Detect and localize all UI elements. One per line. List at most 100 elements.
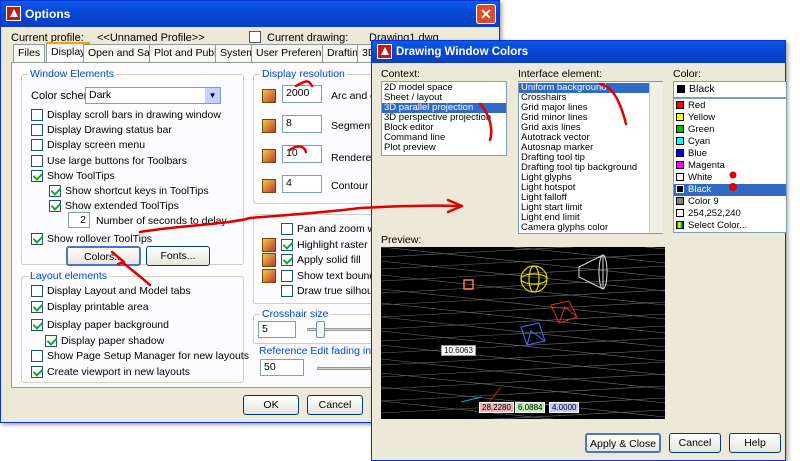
rollover-tooltips-checkbox[interactable]: Show rollover ToolTips bbox=[31, 233, 152, 245]
rendered-smoothness-icon bbox=[262, 149, 276, 163]
color-option[interactable]: Yellow bbox=[674, 112, 786, 124]
color-option[interactable]: Green bbox=[674, 124, 786, 136]
checkbox-box[interactable] bbox=[31, 233, 43, 245]
checkbox-label: Display Layout and Model tabs bbox=[47, 285, 191, 297]
context-label: Context: bbox=[381, 68, 421, 80]
checkbox-box[interactable] bbox=[49, 185, 61, 197]
color-option-label: Yellow bbox=[688, 112, 716, 123]
help-button[interactable]: Help bbox=[729, 433, 781, 453]
layout-model-tabs-checkbox[interactable]: Display Layout and Model tabs bbox=[31, 285, 191, 297]
color-option[interactable]: Magenta bbox=[674, 160, 786, 172]
refedit-fading-slider[interactable] bbox=[317, 367, 377, 370]
checkbox-label: Display printable area bbox=[47, 301, 149, 313]
checkbox-box[interactable] bbox=[281, 254, 293, 266]
color-option-label: White bbox=[688, 172, 713, 183]
checkbox-box[interactable] bbox=[31, 109, 43, 121]
paper-shadow-checkbox[interactable]: Display paper shadow bbox=[45, 335, 164, 347]
checkbox-box[interactable] bbox=[31, 155, 43, 167]
checkbox-box[interactable] bbox=[281, 223, 293, 235]
color-option[interactable]: 254,252,240 bbox=[674, 208, 786, 220]
checkbox-box[interactable] bbox=[31, 139, 43, 151]
drawing-icon bbox=[249, 31, 261, 43]
screen-menu-checkbox[interactable]: Display screen menu bbox=[31, 139, 145, 151]
checkbox-box[interactable] bbox=[281, 239, 293, 251]
context-item[interactable]: Plot preview bbox=[382, 143, 506, 153]
interface-item[interactable]: Camera glyphs color bbox=[519, 223, 662, 233]
checkbox-box[interactable] bbox=[31, 366, 43, 378]
black-swatch bbox=[676, 185, 684, 194]
checkbox-box[interactable] bbox=[31, 350, 43, 362]
arc-resolution-input[interactable]: 2000 bbox=[282, 85, 322, 103]
preview-canvas: 10.6063 28.2280 6.0884 4.0000 bbox=[381, 247, 665, 419]
color-scheme-select[interactable]: Dark ▼ bbox=[85, 87, 221, 104]
show-tooltips-checkbox[interactable]: Show ToolTips bbox=[31, 170, 115, 182]
color-option-selected[interactable]: Black bbox=[674, 184, 786, 196]
contour-lines-input[interactable]: 4 bbox=[282, 175, 322, 193]
selected-color-swatch bbox=[677, 85, 685, 94]
color-option[interactable]: Red bbox=[674, 100, 786, 112]
color-select[interactable]: Black bbox=[673, 81, 787, 98]
color-option[interactable]: Color 9 bbox=[674, 196, 786, 208]
color-option[interactable]: Select Color... bbox=[674, 220, 786, 232]
checkbox-box[interactable] bbox=[31, 124, 43, 136]
cream-swatch bbox=[676, 209, 684, 218]
color-option-label: Magenta bbox=[688, 160, 725, 171]
scroll-bars-checkbox[interactable]: Display scroll bars in drawing window bbox=[31, 109, 221, 121]
rendered-smoothness-input[interactable]: 10 bbox=[282, 145, 322, 163]
page-setup-manager-checkbox[interactable]: Show Page Setup Manager for new layouts bbox=[31, 350, 249, 362]
checkbox-box[interactable] bbox=[31, 301, 43, 313]
coordinate-x-tooltip: 28.2280 bbox=[479, 402, 514, 413]
checkbox-box[interactable] bbox=[45, 335, 57, 347]
drawing-status-bar-checkbox[interactable]: Display Drawing status bar bbox=[31, 124, 172, 136]
checkbox-label: Apply solid fill bbox=[297, 254, 361, 266]
color-option-label: Red bbox=[688, 100, 706, 111]
checkbox-box[interactable] bbox=[31, 285, 43, 297]
color-option[interactable]: Blue bbox=[674, 148, 786, 160]
interface-element-list[interactable]: Uniform background Crosshairs Grid major… bbox=[518, 81, 663, 234]
colors-titlebar[interactable]: Drawing Window Colors bbox=[372, 41, 785, 63]
preview-scene bbox=[381, 247, 665, 419]
magenta-swatch bbox=[676, 161, 684, 170]
gray-swatch bbox=[676, 197, 684, 206]
ok-button[interactable]: OK bbox=[243, 395, 299, 415]
apply-solid-fill-checkbox[interactable]: Apply solid fill bbox=[281, 254, 361, 266]
context-list[interactable]: 2D model space Sheet / layout 3D paralle… bbox=[381, 81, 507, 156]
checkbox-box[interactable] bbox=[49, 200, 61, 212]
coordinate-tooltip: 10.6063 bbox=[441, 345, 476, 356]
shortcut-keys-checkbox[interactable]: Show shortcut keys in ToolTips bbox=[49, 185, 209, 197]
crosshair-size-input[interactable]: 5 bbox=[258, 321, 296, 338]
cancel-button[interactable]: Cancel bbox=[307, 395, 363, 415]
extended-tooltips-checkbox[interactable]: Show extended ToolTips bbox=[49, 200, 179, 212]
delay-seconds-input[interactable]: 2 bbox=[68, 212, 90, 228]
tab-files[interactable]: Files bbox=[13, 44, 46, 62]
refedit-fading-input[interactable]: 50 bbox=[260, 359, 304, 376]
cyan-swatch bbox=[676, 137, 684, 146]
checkbox-box[interactable] bbox=[281, 270, 293, 282]
colors-cancel-button[interactable]: Cancel bbox=[669, 433, 721, 453]
fonts-button[interactable]: Fonts... bbox=[146, 246, 210, 266]
checkbox-label: Use large buttons for Toolbars bbox=[47, 155, 187, 167]
current-profile-value: <<Unnamed Profile>> bbox=[97, 32, 205, 44]
interface-scrollbar[interactable] bbox=[649, 82, 663, 233]
printable-area-checkbox[interactable]: Display printable area bbox=[31, 301, 149, 313]
paper-background-checkbox[interactable]: Display paper background bbox=[31, 319, 169, 331]
large-buttons-checkbox[interactable]: Use large buttons for Toolbars bbox=[31, 155, 187, 167]
colors-button[interactable]: Colors... bbox=[66, 246, 141, 266]
checkbox-box[interactable] bbox=[281, 285, 293, 297]
color-dropdown-list[interactable]: Red Yellow Green Cyan Blue Magenta White… bbox=[673, 98, 787, 233]
color-option-label: Select Color... bbox=[688, 220, 748, 231]
segments-input[interactable]: 8 bbox=[282, 115, 322, 133]
coordinate-z-tooltip: 4.0000 bbox=[549, 402, 580, 413]
close-icon[interactable]: ✕ bbox=[476, 4, 496, 24]
checkbox-box[interactable] bbox=[31, 170, 43, 182]
apply-and-close-button[interactable]: Apply & Close bbox=[585, 433, 661, 453]
checkbox-label: Show rollover ToolTips bbox=[47, 233, 153, 245]
color-option[interactable]: Cyan bbox=[674, 136, 786, 148]
chevron-down-icon[interactable]: ▼ bbox=[205, 88, 220, 103]
color-option[interactable]: White bbox=[674, 172, 786, 184]
create-viewport-checkbox[interactable]: Create viewport in new layouts bbox=[31, 366, 190, 378]
options-titlebar[interactable]: Options ✕ bbox=[1, 1, 499, 27]
crosshair-slider-thumb[interactable] bbox=[316, 321, 325, 338]
checkbox-box[interactable] bbox=[31, 319, 43, 331]
spotlight-glyph bbox=[578, 254, 608, 290]
